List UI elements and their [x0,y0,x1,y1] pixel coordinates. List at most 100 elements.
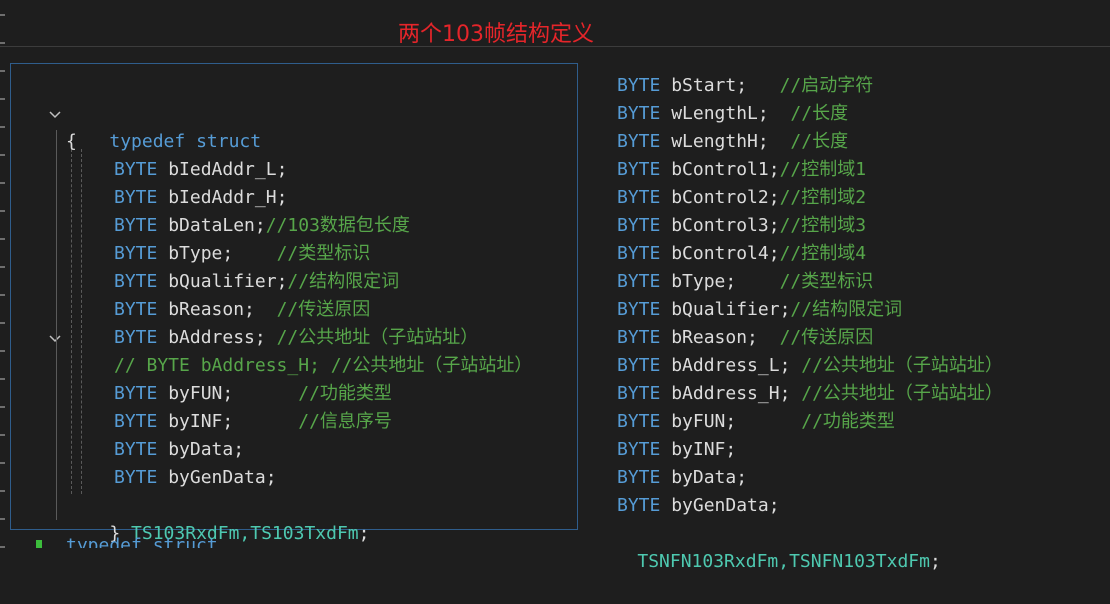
semicolon: ; [358,523,370,544]
code-line-member: BYTE wLengthL; //长度 [617,100,848,128]
member-comment: //结构限定词 [287,271,400,292]
type-keyword: BYTE [114,187,158,208]
fold-toggle-member[interactable] [49,333,61,345]
member-name: bType; [168,243,277,264]
type-keyword: BYTE [617,271,661,292]
code-line-member: BYTE bStart; //启动字符 [617,72,873,100]
member-name: byGenData; [168,467,277,488]
member-comment: //传送原因 [779,327,874,348]
type-keyword: BYTE [617,215,661,236]
member-name: bAddress_L; [671,355,802,376]
code-line-member: BYTE bQualifier;//结构限定词 [114,268,399,296]
gutter-mark [0,98,5,100]
code-line-member: BYTE bControl4;//控制域4 [617,240,866,268]
member-name: wLengthH; [671,131,791,152]
type-keyword: BYTE [114,299,158,320]
member-comment: //信息序号 [298,411,392,432]
member-comment: //长度 [790,103,849,124]
type-keyword: BYTE [617,383,661,404]
code-line-close: TSNFN103RxdFm,TSNFN103TxdFm; [594,520,940,572]
member-comment: //类型标识 [276,243,371,264]
code-line-member: BYTE byGenData; [617,492,780,520]
type-keyword: BYTE [114,383,158,404]
member-name: bType; [671,271,780,292]
code-line-commented: // BYTE bAddress_H; //公共地址（子站站址） [114,355,533,376]
member-comment: //长度 [790,131,849,152]
type-keyword: BYTE [114,215,158,236]
gutter-mark [0,518,5,520]
code-line-member: BYTE bDataLen;//103数据包长度 [114,212,410,240]
code-line-member: BYTE bIedAddr_L; [114,156,287,184]
code-line-member: BYTE byData; [617,464,747,492]
code-line-member: BYTE byGenData; [114,464,277,492]
chevron-down-icon [49,335,61,343]
fold-toggle-struct[interactable] [49,109,61,121]
member-name: byData; [671,467,748,488]
member-name: bAddress_H; [671,383,802,404]
code-line-member: BYTE bType; //类型标识 [617,268,873,296]
left-gutter [0,0,8,548]
member-name: byGenData; [671,495,780,516]
member-name: bControl1; [671,159,780,180]
type-keyword: BYTE [617,411,661,432]
keyword: typedef [109,131,186,152]
typedef-names: TSNFN103RxdFm,TSNFN103TxdFm [637,551,930,572]
member-comment: //控制域1 [779,159,867,180]
indent-guide-dashed [71,149,72,494]
code-panel-right[interactable]: BYTE bStart; //启动字符 BYTE wLengthL; //长度 BY… [583,58,1110,572]
member-comment: //传送原因 [276,299,371,320]
code-line-close: } TS103RxdFm,TS103TxdFm; [66,492,369,544]
gutter-mark [0,126,5,128]
type-keyword: BYTE [617,243,661,264]
type-keyword: BYTE [617,159,661,180]
gutter-mark [0,322,5,324]
gutter-mark [0,294,5,296]
member-name: bQualifier; [671,299,791,320]
type-keyword: BYTE [617,355,661,376]
code-line-open-brace: { [66,131,77,152]
code-line-member: BYTE bQualifier;//结构限定词 [617,296,902,324]
member-name: byINF; [671,439,737,460]
gutter-mark [0,378,5,380]
member-comment: //公共地址（子站站址） [276,327,479,348]
editor-divider [0,46,1110,47]
gutter-mark [0,238,5,240]
gutter-mark [0,434,5,436]
code-line-typedef: typedef struct [66,100,261,152]
type-keyword: BYTE [114,439,158,460]
member-comment: //控制域3 [779,215,867,236]
code-line-member: BYTE bControl3;//控制域3 [617,212,866,240]
type-keyword: BYTE [114,327,158,348]
type-keyword: BYTE [617,467,661,488]
code-panel-left[interactable]: typedef struct { BYTE bIedAddr_L; BYTE bI… [10,63,578,544]
gutter-mark [0,42,5,44]
code-line-member: BYTE bControl1;//控制域1 [617,156,866,184]
gutter-mark [0,406,5,408]
member-comment: //功能类型 [298,383,392,404]
code-line-member: BYTE wLengthH; //长度 [617,128,848,156]
member-name: bControl3; [671,215,780,236]
gutter-mark [0,210,5,212]
member-comment: //控制域4 [779,243,867,264]
code-line-member: BYTE bControl2;//控制域2 [617,184,866,212]
gutter-mark [0,14,5,16]
type-keyword: BYTE [617,439,661,460]
member-comment: //公共地址（子站站址） [801,355,1003,376]
member-name: byFUN; [671,411,802,432]
type-keyword: BYTE [114,411,158,432]
member-name: bAddress; [168,327,277,348]
chevron-down-icon [49,111,61,119]
member-name: bStart; [671,75,780,96]
gutter-mark [0,350,5,352]
member-name: bReason; [168,299,277,320]
code-line-member: BYTE byINF; //信息序号 [114,408,392,436]
code-line-fragment: typedef struct [66,536,218,548]
member-comment: //功能类型 [801,411,895,432]
indent-guide-dashed [81,149,82,494]
type-keyword: BYTE [114,467,158,488]
code-line-member: BYTE bIedAddr_H; [114,184,287,212]
member-comment: //控制域2 [779,187,867,208]
type-keyword: BYTE [617,131,661,152]
member-comment: //103数据包长度 [265,215,410,236]
gutter-mark [0,462,5,464]
